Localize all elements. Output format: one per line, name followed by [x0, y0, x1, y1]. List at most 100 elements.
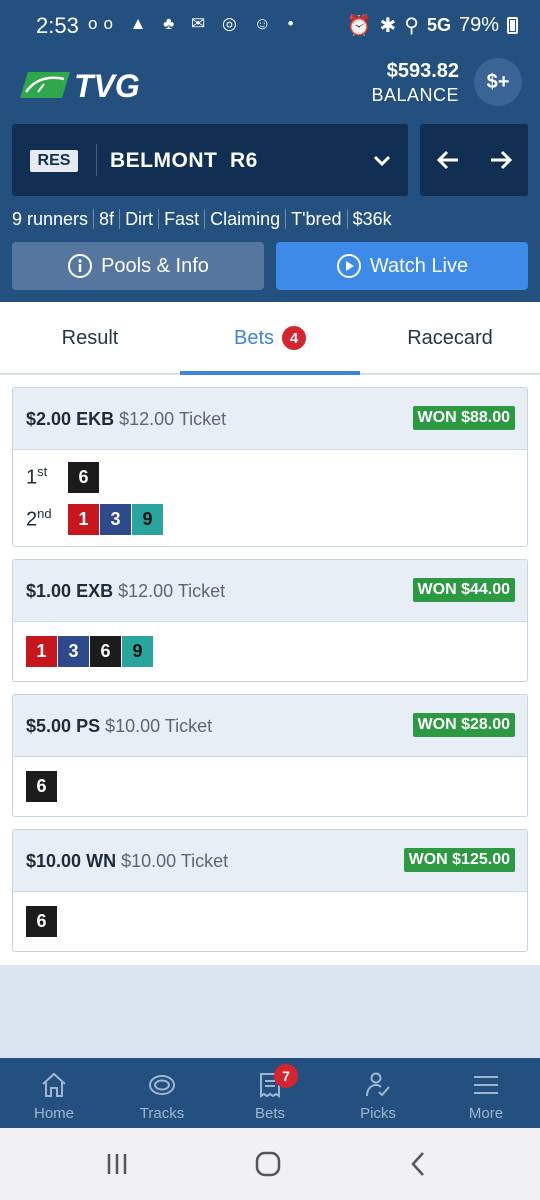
bets-count-badge: 4 [282, 326, 307, 350]
home-icon [42, 1072, 66, 1097]
bet-card[interactable]: $10.00 WN $10.00 Ticket WON $125.00 6 [12, 829, 528, 952]
runner-number: 9 [122, 635, 153, 667]
selection-row: 1 3 6 9 [13, 630, 527, 672]
race-info-type: Claiming [210, 209, 281, 229]
bet-amount: $10.00 [26, 851, 82, 871]
bet-selections: 6 [13, 892, 527, 942]
alarm-icon: ⏰ [346, 15, 372, 37]
picks-icon [366, 1072, 390, 1097]
pools-info-button[interactable]: Pools & Info [12, 242, 264, 290]
position-label: 2nd [26, 506, 52, 531]
bet-ticket: $10.00 Ticket [105, 716, 213, 736]
pools-info-label: Pools & Info [101, 254, 209, 277]
bet-type: WN [86, 851, 117, 871]
won-badge: WON $44.00 [412, 578, 515, 602]
bet-card-header: $5.00 PS $10.00 Ticket WON $28.00 [13, 695, 527, 757]
logo-text: TVG [74, 70, 140, 100]
balance-amount: $593.82 [386, 60, 459, 82]
battery-percent: 79% [458, 14, 499, 36]
play-icon [336, 254, 361, 278]
bet-type: EXB [76, 581, 114, 601]
balance-label: BALANCE [371, 85, 459, 105]
bet-card[interactable]: $5.00 PS $10.00 Ticket WON $28.00 6 [12, 694, 528, 817]
nav-bets[interactable]: 7 Bets [216, 1058, 324, 1128]
bet-ticket: $10.00 Ticket [121, 851, 229, 871]
race-status-badge: RES [30, 150, 78, 172]
bet-card-header: $10.00 WN $10.00 Ticket WON $125.00 [13, 830, 527, 892]
chevron-down-icon[interactable] [370, 148, 394, 172]
bet-selections: 6 [13, 757, 527, 807]
status-bar: 2:53 oo ▲ ♣ ✉ ◎ ☺ • ⏰ ✱ ⚲ 5G 79% [0, 0, 540, 52]
bottom-nav: Home Tracks 7 Bets Picks More [0, 1058, 540, 1128]
runner-number: 9 [132, 503, 163, 535]
tab-result[interactable]: Result [0, 302, 180, 374]
runner-number: 6 [68, 461, 99, 493]
arrow-right-icon[interactable] [487, 146, 515, 174]
watch-live-label: Watch Live [369, 254, 469, 277]
runner-number: 6 [26, 905, 57, 937]
info-icon [68, 254, 93, 278]
notification-icons: oo ▲ ♣ ✉ ◎ ☺ • [88, 14, 300, 33]
menu-icon [474, 1076, 498, 1094]
content-background [0, 965, 540, 1058]
home-system-icon[interactable] [254, 1150, 282, 1178]
runner-number: 1 [26, 635, 57, 667]
race-name: BELMONT R6 [110, 149, 258, 173]
watch-live-button[interactable]: Watch Live [276, 242, 528, 290]
location-icon: ⚲ [404, 15, 419, 37]
runner-number: 6 [90, 635, 121, 667]
nav-tracks-label: Tracks [139, 1105, 185, 1122]
race-nav [420, 124, 528, 196]
bet-ticket: $12.00 Ticket [119, 409, 227, 429]
bet-selections: 1st 6 2nd 1 3 9 [13, 450, 527, 540]
bet-ticket: $12.00 Ticket [118, 581, 226, 601]
nav-more[interactable]: More [432, 1058, 540, 1128]
race-selector[interactable]: RES BELMONT R6 [12, 124, 408, 196]
tab-racecard[interactable]: Racecard [360, 302, 540, 374]
bet-amount: $1.00 [26, 581, 72, 601]
bet-amount: $5.00 [26, 716, 72, 736]
nav-more-label: More [468, 1105, 504, 1122]
bet-card[interactable]: $2.00 EKB $12.00 Ticket WON $88.00 1st 6… [12, 387, 528, 547]
nav-tracks[interactable]: Tracks [108, 1058, 216, 1128]
system-nav-bar [0, 1128, 540, 1200]
track-name: BELMONT [110, 149, 218, 172]
deposit-button[interactable]: $+ [474, 58, 522, 106]
network-label: 5G [426, 15, 451, 35]
bet-title: $5.00 PS $10.00 Ticket [26, 716, 212, 737]
nav-picks-label: Picks [360, 1105, 396, 1122]
bet-amount: $2.00 [26, 409, 72, 429]
bets-list: $2.00 EKB $12.00 Ticket WON $88.00 1st 6… [0, 375, 540, 965]
selection-row: 6 [13, 765, 527, 807]
tvg-logo: TVG [20, 70, 140, 100]
race-info-breed: T'bred [291, 209, 342, 229]
runner-number: 1 [68, 503, 99, 535]
tab-bets[interactable]: Bets 4 [180, 302, 360, 375]
arrow-left-icon[interactable] [434, 146, 462, 174]
tab-result-label: Result [61, 326, 119, 349]
bet-card[interactable]: $1.00 EXB $12.00 Ticket WON $44.00 1 3 6… [12, 559, 528, 682]
nav-home[interactable]: Home [0, 1058, 108, 1128]
selection-row: 1st 6 [13, 456, 527, 498]
bet-title: $1.00 EXB $12.00 Ticket [26, 581, 225, 602]
status-time: 2:53 [36, 13, 79, 38]
won-badge: WON $88.00 [412, 406, 515, 430]
recents-icon[interactable] [102, 1150, 132, 1178]
nav-picks[interactable]: Picks [324, 1058, 432, 1128]
selection-row: 2nd 1 3 9 [13, 498, 527, 540]
race-number: R6 [230, 149, 258, 172]
position-label: 1st [26, 464, 48, 489]
back-icon[interactable] [405, 1150, 433, 1178]
runner-number: 3 [58, 635, 89, 667]
tab-racecard-label: Racecard [407, 326, 493, 349]
app-header: TVG $593.82 BALANCE $+ RES BELMONT R6 9 … [0, 52, 540, 302]
bet-title: $2.00 EKB $12.00 Ticket [26, 409, 226, 430]
bets-nav-badge: 7 [274, 1064, 298, 1088]
runner-number: 3 [100, 503, 131, 535]
status-right: ⏰ ✱ ⚲ 5G 79% [347, 13, 518, 38]
bluetooth-icon: ✱ [379, 15, 397, 37]
race-info-runners: 9 runners [12, 209, 89, 229]
nav-home-label: Home [33, 1105, 74, 1122]
tab-bar: Result Bets 4 Racecard [0, 302, 540, 375]
bet-type: PS [76, 716, 101, 736]
